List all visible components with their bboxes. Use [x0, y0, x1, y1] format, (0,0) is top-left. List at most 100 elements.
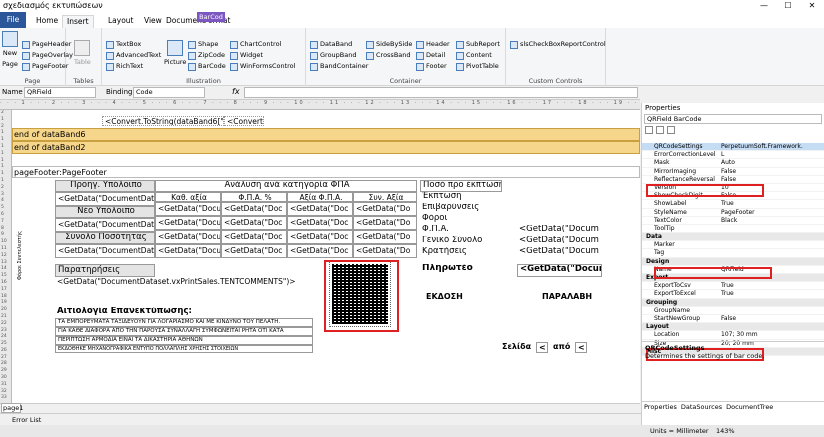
expression-field[interactable] [244, 87, 638, 98]
property-row[interactable]: StartNewGroup False [642, 315, 824, 324]
total-qty-label[interactable]: Σύνολο Ποσότητας [55, 232, 155, 244]
property-row[interactable]: MirrorImaging False [642, 168, 824, 176]
property-value[interactable]: False [718, 176, 824, 183]
vat-analysis-header[interactable]: Ανάλυση ανά κατηγορία ΦΠΑ [155, 180, 417, 192]
report-canvas[interactable]: <Convert.ToString(dataBand6["AT <Convert… [12, 110, 640, 403]
payable-label[interactable]: Πληρωτέο [420, 264, 502, 276]
legal-line-2[interactable]: ΓΙΑ ΚΑΘΕ ΔΙΑΦΟΡΑ ΑΠΟ ΤΗΝ ΠΑΡΟΥΣΑ ΣΥΝΑΛΛΑ… [55, 327, 313, 336]
col-vat-pct-header[interactable]: Φ.Π.Α. % [221, 192, 287, 202]
vat-cell-4-3[interactable]: <GetData("Doc [287, 244, 353, 258]
getdata-prev-balance[interactable]: <GetData("DocumentData [55, 192, 155, 206]
property-row[interactable]: Grouping [642, 298, 824, 307]
property-value[interactable] [718, 249, 824, 256]
header-button[interactable]: Header [416, 40, 450, 49]
vat-cell-3-1[interactable]: <GetData("Documen [155, 230, 221, 244]
col-vat-value-header[interactable]: Αξία Φ.Π.Α. [287, 192, 353, 202]
vat-cell-4-1[interactable]: <GetData("Documen [155, 244, 221, 258]
property-value[interactable]: L [718, 151, 824, 158]
property-pages-icon[interactable] [667, 126, 675, 134]
vat-cell-2-4[interactable]: <GetData("Do [353, 216, 417, 230]
picture-button[interactable]: Picture [164, 40, 186, 67]
property-row[interactable]: ErrorCorrectionLevel L [642, 151, 824, 160]
property-value[interactable]: True [718, 290, 824, 297]
vat-cell-4-4[interactable]: <GetData("Do [353, 244, 417, 258]
property-value[interactable]: Auto [718, 159, 824, 166]
property-row[interactable]: StyleName PageFooter [642, 209, 824, 217]
pivottable-button[interactable]: PivotTable [456, 62, 499, 71]
total-pages-field[interactable]: < [575, 342, 587, 353]
alphabetical-icon[interactable] [656, 126, 664, 134]
property-row[interactable]: ExportToCsv True [642, 282, 824, 291]
getdata-total-qty[interactable]: <GetData("DocumentData [55, 244, 155, 258]
tab-properties[interactable]: Properties [644, 402, 677, 413]
property-row[interactable]: Location 107; 30 mm [642, 331, 824, 340]
groupband-button[interactable]: GroupBand [310, 51, 356, 60]
holdings-label[interactable]: Κρατήσεις [420, 247, 502, 258]
units-status[interactable]: Units = Millimeter [650, 425, 709, 437]
property-value[interactable]: PageFooter [718, 209, 824, 216]
convert-field-2[interactable]: <Convert. [224, 116, 264, 126]
shape-button[interactable]: Shape [188, 40, 218, 49]
page-footer-band[interactable]: pageFooter:PageFooter [12, 166, 640, 178]
vat-cell-4-2[interactable]: <GetData("Doc [221, 244, 287, 258]
amount-before-discount[interactable]: Ποσό προ έκπτωσης [420, 180, 502, 192]
property-row[interactable]: ExportToExcel True [642, 290, 824, 299]
databand-button[interactable]: DataBand [310, 40, 352, 49]
tab-home[interactable]: Home [32, 15, 62, 28]
property-value[interactable]: Black [718, 217, 824, 224]
winforms-control-button[interactable]: WinFormsControl [230, 62, 295, 71]
categorized-icon[interactable] [645, 126, 653, 134]
property-value[interactable] [718, 233, 824, 240]
getdata-payable[interactable]: <GetData("Docum [517, 264, 602, 277]
getdata-vat[interactable]: <GetData("Docum [517, 225, 602, 236]
grand-total-label[interactable]: Γενικό Σύνολο [420, 236, 502, 247]
vat-cell-3-2[interactable]: <GetData("Doc [221, 230, 287, 244]
charges-label[interactable]: Επιβαρύνσεις [420, 203, 502, 214]
property-value[interactable] [718, 323, 824, 330]
legal-line-3[interactable]: ΠΕΡΙΠΤΩΣΗ ΑΡΜΟΔΙΑ ΕΙΝΑΙ ΤΑ ΔΙΚΑΣΤΗΡΙΑ ΑΘ… [55, 336, 313, 345]
property-row[interactable]: Marker [642, 241, 824, 250]
justification-label[interactable]: Αιτιολογία Επανεκτύπωσης: [55, 307, 205, 318]
property-row[interactable]: Layout [642, 323, 824, 332]
object-selector[interactable]: QRField BarCode [644, 114, 822, 124]
property-value[interactable]: False [718, 168, 824, 175]
vat-cell-1-2[interactable]: <GetData("Doc [221, 202, 287, 216]
prev-balance-label[interactable]: Προηγ. Υπόλοιπο [55, 180, 155, 192]
taxes-label[interactable]: Φόροι [420, 214, 502, 225]
property-row[interactable]: ToolTip [642, 225, 824, 234]
vat-cell-3-3[interactable]: <GetData("Doc [287, 230, 353, 244]
property-value[interactable]: 107; 30 mm [718, 331, 824, 338]
page-label[interactable]: Σελίδα [500, 342, 536, 353]
tab-documenttree[interactable]: DocumentTree [726, 402, 773, 413]
property-row[interactable]: QRCodeSettings PerpetuumSoft.Framework. [642, 143, 824, 152]
property-value[interactable] [718, 299, 824, 306]
widget-button[interactable]: Widget [230, 51, 263, 60]
detail-button[interactable]: Detail [416, 51, 445, 60]
band-end-databand2[interactable]: end of dataBand2 [12, 141, 640, 154]
zoom-status[interactable]: 143% [716, 425, 735, 437]
zipcode-button[interactable]: ZipCode [188, 51, 225, 60]
table-button[interactable]: Table [74, 40, 91, 67]
close-button[interactable]: ✕ [800, 0, 824, 12]
property-value[interactable]: False [718, 315, 824, 322]
getdata-total[interactable]: <GetData("Docum [517, 236, 602, 247]
vat-label[interactable]: Φ.Π.Α. [420, 225, 502, 236]
property-value[interactable]: True [718, 200, 824, 207]
property-row[interactable]: Tag [642, 249, 824, 258]
sidebyside-button[interactable]: SideBySide [366, 40, 412, 49]
from-label[interactable]: από [551, 342, 573, 353]
advanced-text-button[interactable]: AdvancedText [106, 51, 161, 60]
barcode-button[interactable]: BarCode [188, 62, 226, 71]
page-header-button[interactable]: PageHeader [22, 40, 71, 49]
binding-field[interactable]: Code [133, 87, 205, 98]
property-value[interactable] [718, 307, 824, 314]
band-end-databand6[interactable]: end of dataBand6 [12, 128, 640, 141]
property-value[interactable] [718, 225, 824, 232]
vat-cell-1-4[interactable]: <GetData("Do [353, 202, 417, 216]
property-row[interactable]: GroupName [642, 307, 824, 315]
minimize-button[interactable]: — [752, 0, 776, 12]
vat-cell-2-2[interactable]: <GetData("Doc [221, 216, 287, 230]
getdata-new-balance[interactable]: <GetData("DocumentData [55, 218, 155, 232]
content-button[interactable]: Content [456, 51, 492, 60]
discount-label[interactable]: Έκπτωση [420, 192, 502, 203]
